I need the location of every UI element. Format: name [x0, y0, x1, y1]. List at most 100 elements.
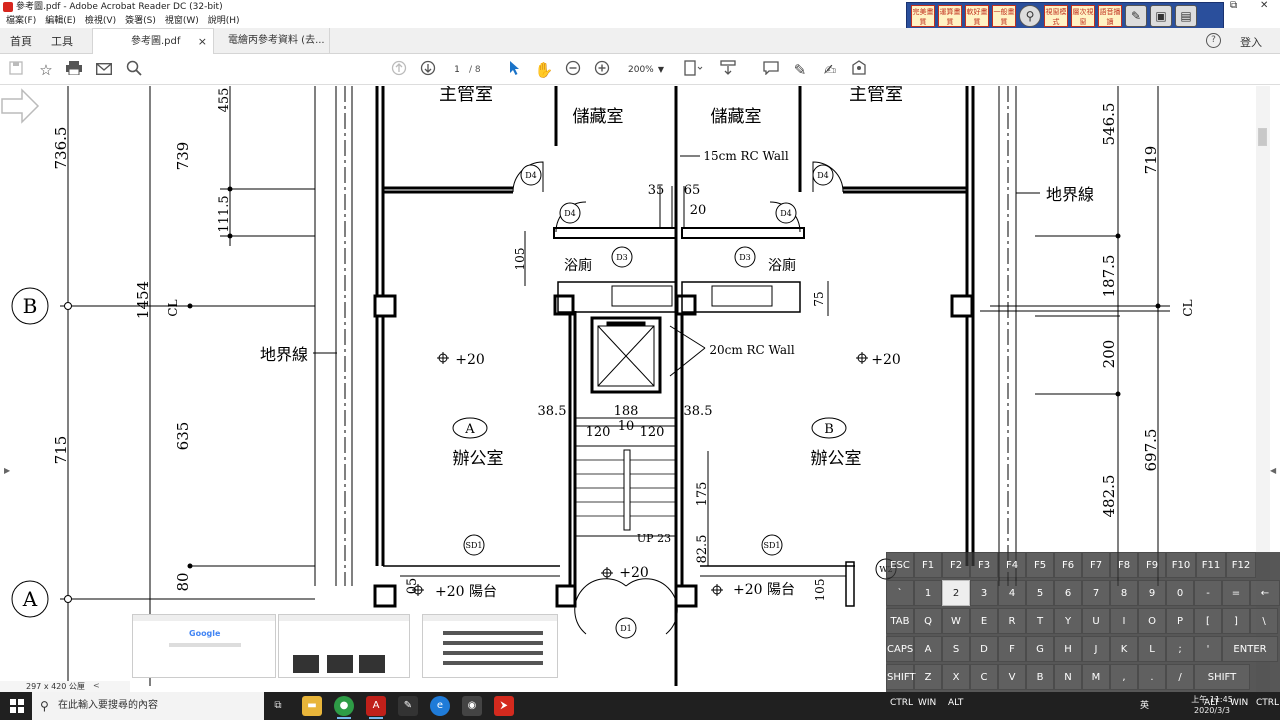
- tray-win-key[interactable]: WIN: [918, 698, 936, 708]
- menu-item[interactable]: 編輯(E): [45, 14, 76, 28]
- keyboard-key[interactable]: L: [1138, 636, 1166, 662]
- keyboard-key[interactable]: 7: [1082, 580, 1110, 606]
- keyboard-key[interactable]: T: [1026, 608, 1054, 634]
- document-tab-active[interactable]: 參考圖.pdf ×: [92, 28, 214, 54]
- document-tab-inactive[interactable]: 電繪丙參考資料 (去...: [216, 28, 330, 54]
- keyboard-key[interactable]: V: [998, 664, 1026, 690]
- reader-tool-button[interactable]: 視窗模式: [1044, 5, 1068, 27]
- fit-page-icon[interactable]: [683, 60, 703, 80]
- keyboard-key[interactable]: K: [1110, 636, 1138, 662]
- keyboard-key[interactable]: M: [1082, 664, 1110, 690]
- keyboard-key[interactable]: =: [1222, 580, 1250, 606]
- keyboard-key[interactable]: F1: [914, 552, 942, 578]
- reader-tool-button[interactable]: 層次視窗: [1071, 5, 1095, 27]
- next-page-arrow-icon[interactable]: [0, 86, 40, 126]
- close-window-icon[interactable]: ✕: [1260, 0, 1268, 11]
- keyboard-key[interactable]: F: [998, 636, 1026, 662]
- keyboard-key[interactable]: W: [942, 608, 970, 634]
- keyboard-key[interactable]: 6: [1054, 580, 1082, 606]
- email-icon[interactable]: [94, 60, 114, 80]
- highlight-pen-icon[interactable]: ✎: [790, 60, 810, 80]
- keyboard-key[interactable]: F5: [1026, 552, 1054, 578]
- close-tab-icon[interactable]: ×: [198, 29, 207, 55]
- keyboard-key[interactable]: `: [886, 580, 914, 606]
- keyboard-key[interactable]: ENTER: [1222, 636, 1278, 662]
- ime-indicator[interactable]: 英: [1140, 698, 1149, 711]
- tab-home[interactable]: 首頁: [10, 33, 32, 49]
- keyboard-key[interactable]: N: [1054, 664, 1082, 690]
- reader-tool-button[interactable]: 語音播讀: [1098, 5, 1122, 27]
- menu-item[interactable]: 檢視(V): [85, 14, 116, 28]
- bookmark-star-icon[interactable]: ☆: [36, 60, 56, 80]
- previous-page-icon[interactable]: [389, 60, 409, 80]
- menu-item[interactable]: 視窗(W): [165, 14, 199, 28]
- keyboard-key[interactable]: R: [998, 608, 1026, 634]
- keyboard-key[interactable]: F7: [1082, 552, 1110, 578]
- save-icon[interactable]: [6, 60, 26, 80]
- search-zoom-icon[interactable]: [124, 60, 144, 80]
- fill-sign-icon[interactable]: [849, 60, 869, 80]
- zoom-level-select[interactable]: 200% ▼: [620, 63, 668, 77]
- menu-item[interactable]: 簽署(S): [125, 14, 156, 28]
- tray-alt-key-right[interactable]: ALT: [1204, 698, 1219, 708]
- keyboard-key[interactable]: .: [1138, 664, 1166, 690]
- keyboard-key[interactable]: F8: [1110, 552, 1138, 578]
- keyboard-key[interactable]: F12: [1226, 552, 1256, 578]
- file-explorer-icon[interactable]: ▬: [302, 696, 322, 716]
- zoom-in-icon[interactable]: [592, 60, 612, 80]
- hand-tool-icon[interactable]: ✋: [534, 60, 554, 80]
- screen-capture-icon[interactable]: ◉: [462, 696, 482, 716]
- keyboard-key[interactable]: D: [970, 636, 998, 662]
- keyboard-key[interactable]: E: [970, 608, 998, 634]
- book-mode-icon[interactable]: ▤: [1175, 5, 1197, 27]
- login-button[interactable]: 登入: [1240, 34, 1262, 50]
- keyboard-key[interactable]: Z: [914, 664, 942, 690]
- keyboard-key[interactable]: F3: [970, 552, 998, 578]
- edge-icon[interactable]: e: [430, 696, 450, 716]
- keyboard-key[interactable]: F9: [1138, 552, 1166, 578]
- keyboard-key[interactable]: 8: [1110, 580, 1138, 606]
- reader-tool-button[interactable]: 一般畫質: [992, 5, 1016, 27]
- screen-display-icon[interactable]: ▣: [1150, 5, 1172, 27]
- scroll-mode-icon[interactable]: [718, 60, 738, 80]
- reader-tool-button[interactable]: 運算畫質: [938, 5, 962, 27]
- taskbar-search-input[interactable]: ⚲ 在此輸入要搜尋的內容: [32, 692, 264, 720]
- windows-start-icon[interactable]: [10, 699, 24, 713]
- keyboard-key[interactable]: Y: [1054, 608, 1082, 634]
- keyboard-key[interactable]: G: [1026, 636, 1054, 662]
- left-panel-toggle-icon[interactable]: ▶: [4, 466, 10, 475]
- zoom-out-icon[interactable]: [563, 60, 583, 80]
- keyboard-key[interactable]: F6: [1054, 552, 1082, 578]
- help-icon[interactable]: ?: [1206, 33, 1221, 48]
- browser-preview-video[interactable]: [278, 614, 410, 678]
- reader-tool-button[interactable]: 完美畫質: [911, 5, 935, 27]
- keyboard-key[interactable]: 9: [1138, 580, 1166, 606]
- keyboard-key[interactable]: 2: [942, 580, 970, 606]
- keyboard-key[interactable]: ;: [1166, 636, 1194, 662]
- keyboard-key[interactable]: U: [1082, 608, 1110, 634]
- keyboard-key[interactable]: P: [1166, 608, 1194, 634]
- keyboard-key[interactable]: F2: [942, 552, 970, 578]
- scroll-left-icon[interactable]: <: [93, 681, 100, 690]
- keyboard-key[interactable]: ': [1194, 636, 1222, 662]
- menu-item[interactable]: 檔案(F): [6, 14, 36, 28]
- keyboard-key[interactable]: ,: [1110, 664, 1138, 690]
- reader-tool-button[interactable]: 軟好畫質: [965, 5, 989, 27]
- keyboard-key[interactable]: C: [970, 664, 998, 690]
- draw-signature-icon[interactable]: ✍: [820, 60, 840, 80]
- keyboard-key[interactable]: TAB: [886, 608, 914, 634]
- chrome-icon[interactable]: ●: [334, 696, 354, 719]
- browser-preview-list[interactable]: [422, 614, 558, 678]
- next-page-icon[interactable]: [418, 60, 438, 80]
- keyboard-key[interactable]: B: [1026, 664, 1054, 690]
- pen-tool-icon[interactable]: ✎: [1125, 5, 1147, 27]
- keyboard-key[interactable]: O: [1138, 608, 1166, 634]
- keyboard-key[interactable]: \: [1250, 608, 1278, 634]
- keyboard-key[interactable]: F11: [1196, 552, 1226, 578]
- keyboard-key[interactable]: ESC: [886, 552, 914, 578]
- keyboard-key[interactable]: I: [1110, 608, 1138, 634]
- keyboard-key[interactable]: A: [914, 636, 942, 662]
- browser-preview-google[interactable]: Google: [132, 614, 276, 678]
- keyboard-key[interactable]: F4: [998, 552, 1026, 578]
- keyboard-key[interactable]: F10: [1166, 552, 1196, 578]
